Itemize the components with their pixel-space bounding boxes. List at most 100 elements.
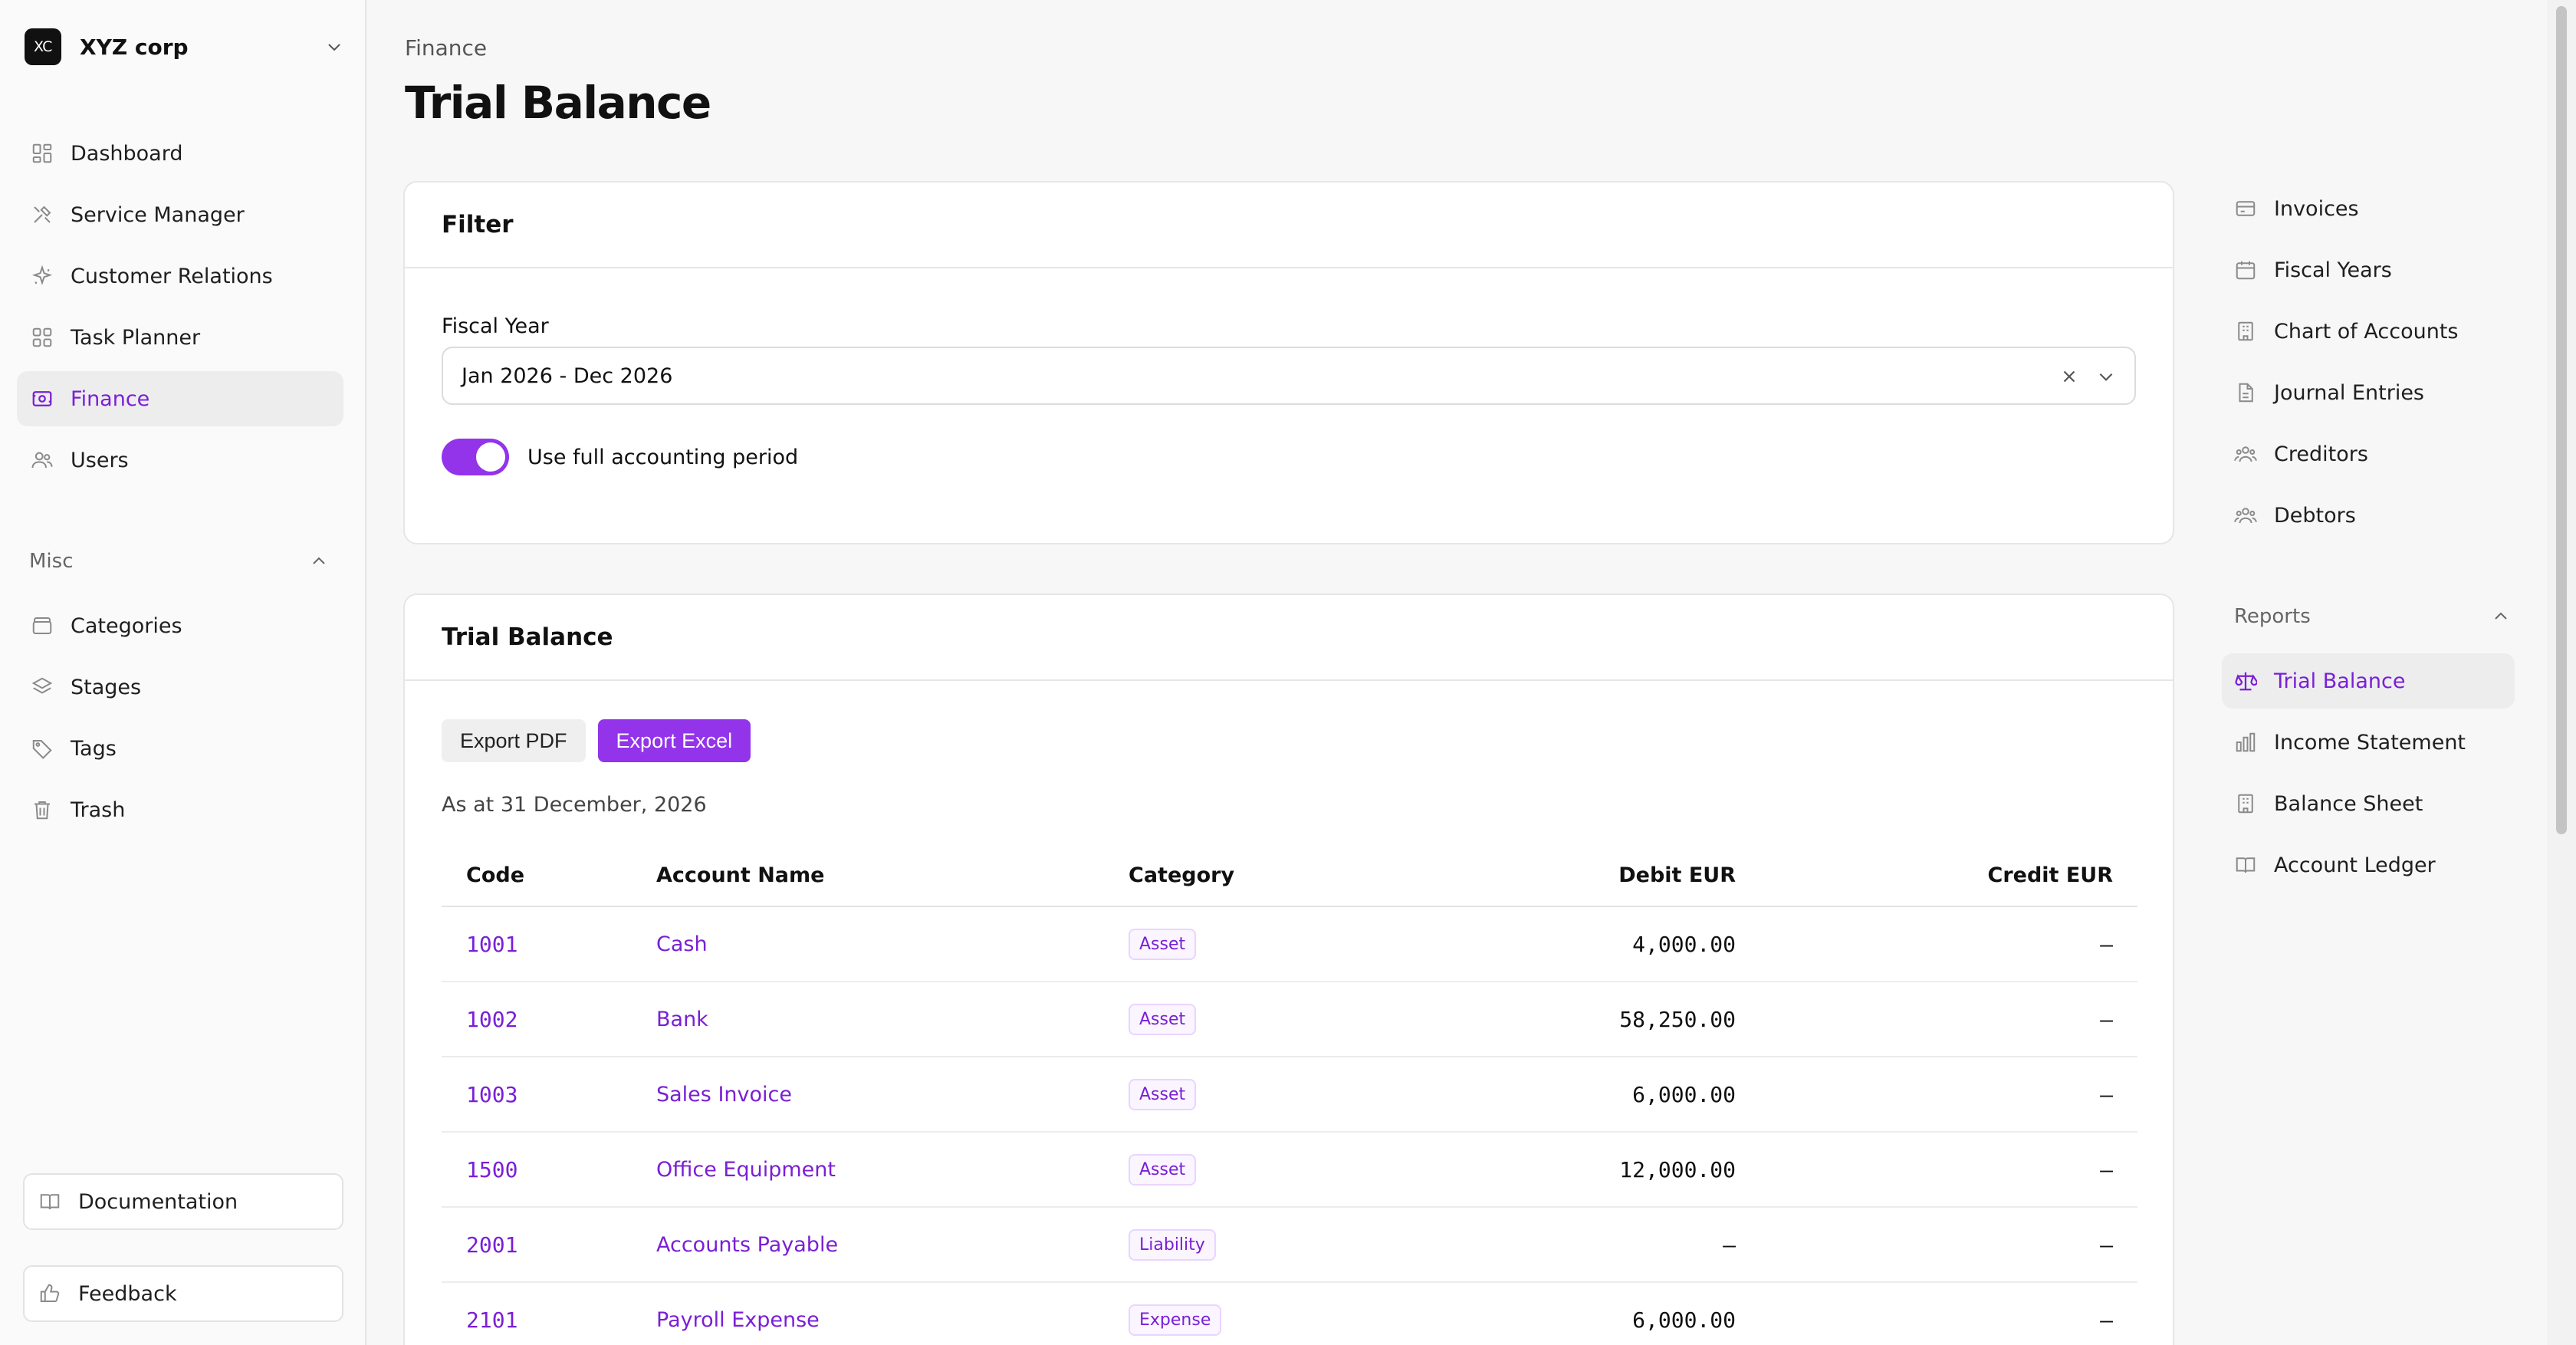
misc-section-toggle[interactable]: Misc — [29, 546, 328, 577]
sidebar-item-stages[interactable]: Stages — [17, 659, 343, 715]
subnav-item-journal-entries[interactable]: Journal Entries — [2222, 365, 2515, 420]
people-icon — [2234, 446, 2257, 462]
sidebar-item-users[interactable]: Users — [17, 432, 343, 488]
subnav-item-income-statement[interactable]: Income Statement — [2222, 715, 2515, 770]
account-name-link[interactable]: Cash — [656, 906, 1129, 982]
tools-icon — [29, 202, 55, 228]
scale-icon — [2235, 672, 2257, 691]
sidebar-item-tags[interactable]: Tags — [17, 721, 343, 776]
column-header-account-name[interactable]: Account Name — [656, 845, 1129, 907]
subnav-item-label: Trial Balance — [2274, 669, 2406, 693]
category-badge: Asset — [1129, 1078, 1197, 1110]
chevron-down-icon[interactable] — [2096, 367, 2116, 386]
subnav-item-fiscal-years[interactable]: Fiscal Years — [2222, 242, 2515, 298]
column-header-code[interactable]: Code — [442, 845, 656, 907]
org-switcher[interactable]: XC XYZ corp — [25, 28, 343, 66]
subnav-item-label: Balance Sheet — [2274, 791, 2423, 816]
invoice-icon — [2236, 201, 2256, 216]
thumbs-up-icon — [40, 1284, 60, 1303]
subnav-item-label: Debtors — [2274, 503, 2356, 528]
account-name-link[interactable]: Sales Invoice — [656, 1057, 1129, 1133]
fiscal-year-value: Jan 2026 - Dec 2026 — [462, 363, 673, 388]
users-icon — [29, 447, 55, 473]
documentation-button[interactable]: Documentation — [23, 1173, 343, 1230]
sidebar-item-service-manager[interactable]: Service Manager — [17, 187, 343, 242]
org-logo: XC — [25, 28, 61, 65]
reports-section-title: Reports — [2234, 605, 2311, 628]
sidebar-item-customer-relations[interactable]: Customer Relations — [17, 248, 343, 304]
subnav-item-invoices[interactable]: Invoices — [2222, 181, 2515, 236]
tag-icon — [29, 735, 55, 761]
debit-cell: 4,000.00 — [1382, 906, 1736, 982]
reports-subnav: Trial Balance Income Statement Balance S… — [2222, 653, 2515, 899]
category-badge: Expense — [1129, 1304, 1222, 1336]
subnav-item-label: Journal Entries — [2274, 380, 2425, 405]
category-badge: Asset — [1129, 1003, 1197, 1035]
credit-cell: – — [1736, 1207, 2137, 1283]
book-icon — [2236, 857, 2256, 873]
filter-card: Filter Fiscal Year Jan 2026 - Dec 2026 U… — [403, 181, 2174, 544]
export-pdf-button[interactable]: Export PDF — [442, 719, 586, 762]
category-badge: Asset — [1129, 1153, 1197, 1186]
credit-cell: – — [1736, 1057, 2137, 1133]
trial-balance-table: Code Account Name Category Debit EUR Cre… — [442, 845, 2137, 1345]
sidebar-item-trash[interactable]: Trash — [17, 782, 343, 837]
column-header-category[interactable]: Category — [1129, 845, 1382, 907]
fiscal-year-select[interactable]: Jan 2026 - Dec 2026 — [442, 347, 2136, 405]
account-code-link[interactable]: 1003 — [442, 1057, 656, 1133]
account-code-link[interactable]: 2101 — [442, 1282, 656, 1345]
sidebar-item-label: Categories — [71, 613, 182, 638]
column-header-debit[interactable]: Debit EUR — [1382, 845, 1736, 907]
chevron-up-icon — [2495, 612, 2507, 620]
subnav-item-account-ledger[interactable]: Account Ledger — [2222, 837, 2515, 893]
subnav-item-balance-sheet[interactable]: Balance Sheet — [2222, 776, 2515, 831]
wallet-icon — [29, 386, 55, 412]
clear-icon[interactable] — [2059, 367, 2079, 386]
subnav-item-creditors[interactable]: Creditors — [2222, 426, 2515, 482]
full-period-toggle-label: Use full accounting period — [527, 445, 799, 469]
debit-cell: 12,000.00 — [1382, 1132, 1736, 1208]
account-name-link[interactable]: Payroll Expense — [656, 1282, 1129, 1345]
account-name-link[interactable]: Office Equipment — [656, 1132, 1129, 1208]
subnav-item-trial-balance[interactable]: Trial Balance — [2222, 653, 2515, 709]
sidebar-item-task-planner[interactable]: Task Planner — [17, 310, 343, 365]
account-name-link[interactable]: Accounts Payable — [656, 1207, 1129, 1283]
scrollbar-thumb[interactable] — [2556, 6, 2567, 834]
people-icon — [2234, 508, 2257, 524]
account-code-link[interactable]: 1002 — [442, 982, 656, 1057]
sidebar-item-categories[interactable]: Categories — [17, 598, 343, 653]
breadcrumb[interactable]: Finance — [405, 35, 487, 61]
sidebar-item-dashboard[interactable]: Dashboard — [17, 126, 343, 181]
sidebar-item-label: Users — [71, 448, 129, 472]
column-header-credit[interactable]: Credit EUR — [1736, 845, 2137, 907]
account-code-link[interactable]: 1001 — [442, 906, 656, 982]
account-name-link[interactable]: Bank — [656, 982, 1129, 1057]
subnav-item-chart-of-accounts[interactable]: Chart of Accounts — [2222, 304, 2515, 359]
sidebar: XC XYZ corp Dashboard Service Manager Cu… — [0, 0, 366, 1345]
sidebar-item-label: Finance — [71, 386, 150, 411]
subnav-item-label: Chart of Accounts — [2274, 319, 2459, 344]
feedback-button[interactable]: Feedback — [23, 1265, 343, 1322]
subnav-item-label: Invoices — [2274, 196, 2359, 221]
subnav-item-debtors[interactable]: Debtors — [2222, 488, 2515, 543]
reports-section-toggle[interactable]: Reports — [2234, 601, 2510, 632]
trial-balance-card: Trial Balance Export PDF Export Excel As… — [403, 594, 2174, 1345]
table-row: 1001 Cash Asset 4,000.00 – — [442, 906, 2137, 982]
account-code-link[interactable]: 2001 — [442, 1207, 656, 1283]
document-icon — [2239, 383, 2253, 403]
trash-icon — [29, 797, 55, 823]
table-row: 2001 Accounts Payable Liability – – — [442, 1207, 2137, 1283]
export-buttons: Export PDF Export Excel — [442, 719, 751, 762]
account-code-link[interactable]: 1500 — [442, 1132, 656, 1208]
building-icon — [2238, 321, 2253, 341]
chevron-up-icon — [313, 557, 325, 564]
credit-cell: – — [1736, 982, 2137, 1057]
debit-cell: 58,250.00 — [1382, 982, 1736, 1057]
trial-balance-card-title: Trial Balance — [405, 595, 2173, 681]
export-excel-button[interactable]: Export Excel — [597, 719, 751, 762]
full-period-toggle[interactable] — [442, 439, 509, 475]
sidebar-item-finance[interactable]: Finance — [17, 371, 343, 426]
debit-cell: 6,000.00 — [1382, 1282, 1736, 1345]
page-scrollbar[interactable] — [2547, 0, 2576, 1345]
misc-nav: Categories Stages Tags Trash — [17, 598, 343, 844]
